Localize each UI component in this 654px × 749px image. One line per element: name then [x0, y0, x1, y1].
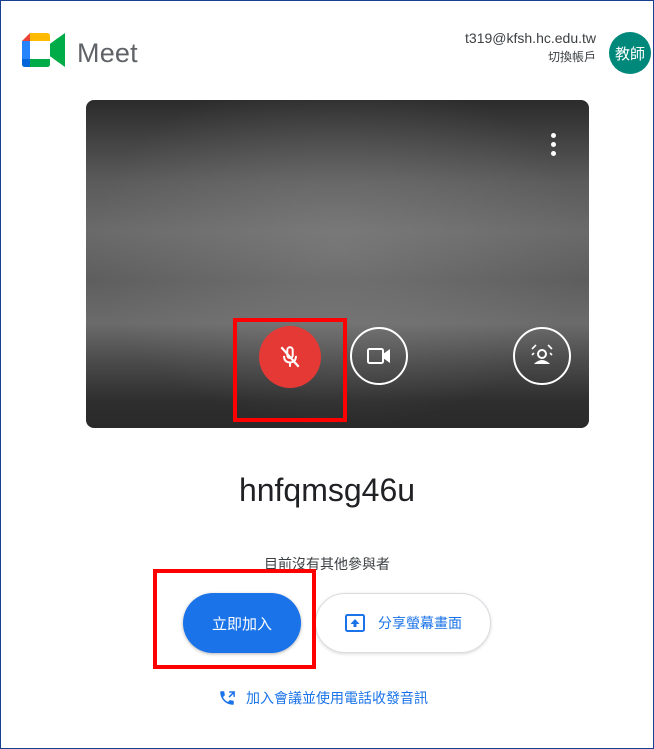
visual-effects-button[interactable] — [513, 327, 571, 385]
video-preview — [86, 100, 589, 428]
present-screen-button[interactable]: 分享螢幕畫面 — [315, 593, 491, 653]
join-with-phone-label: 加入會議並使用電話收發音訊 — [246, 691, 428, 707]
phone-forward-icon — [220, 691, 235, 705]
app-name: Meet — [77, 38, 138, 68]
account-email: t319@kfsh.hc.edu.tw — [465, 30, 596, 46]
more-options-icon[interactable] — [541, 128, 565, 160]
present-screen-label: 分享螢幕畫面 — [378, 616, 462, 632]
present-screen-icon — [345, 614, 365, 632]
visual-effects-icon — [531, 344, 553, 364]
switch-account-link[interactable]: 切換帳戶 — [548, 48, 596, 65]
participants-status: 目前沒有其他參與者 — [264, 557, 390, 573]
camera-icon — [367, 348, 390, 364]
mic-toggle-button[interactable] — [259, 326, 321, 388]
join-now-button[interactable]: 立即加入 — [183, 593, 301, 653]
camera-toggle-button[interactable] — [350, 327, 408, 385]
account-avatar[interactable]: 教師 — [609, 32, 651, 74]
meeting-code: hnfqmsg46u — [238, 472, 416, 508]
join-with-phone-link[interactable]: 加入會議並使用電話收發音訊 — [218, 686, 428, 710]
mic-off-icon — [280, 346, 300, 368]
meet-logo-icon — [22, 33, 65, 67]
